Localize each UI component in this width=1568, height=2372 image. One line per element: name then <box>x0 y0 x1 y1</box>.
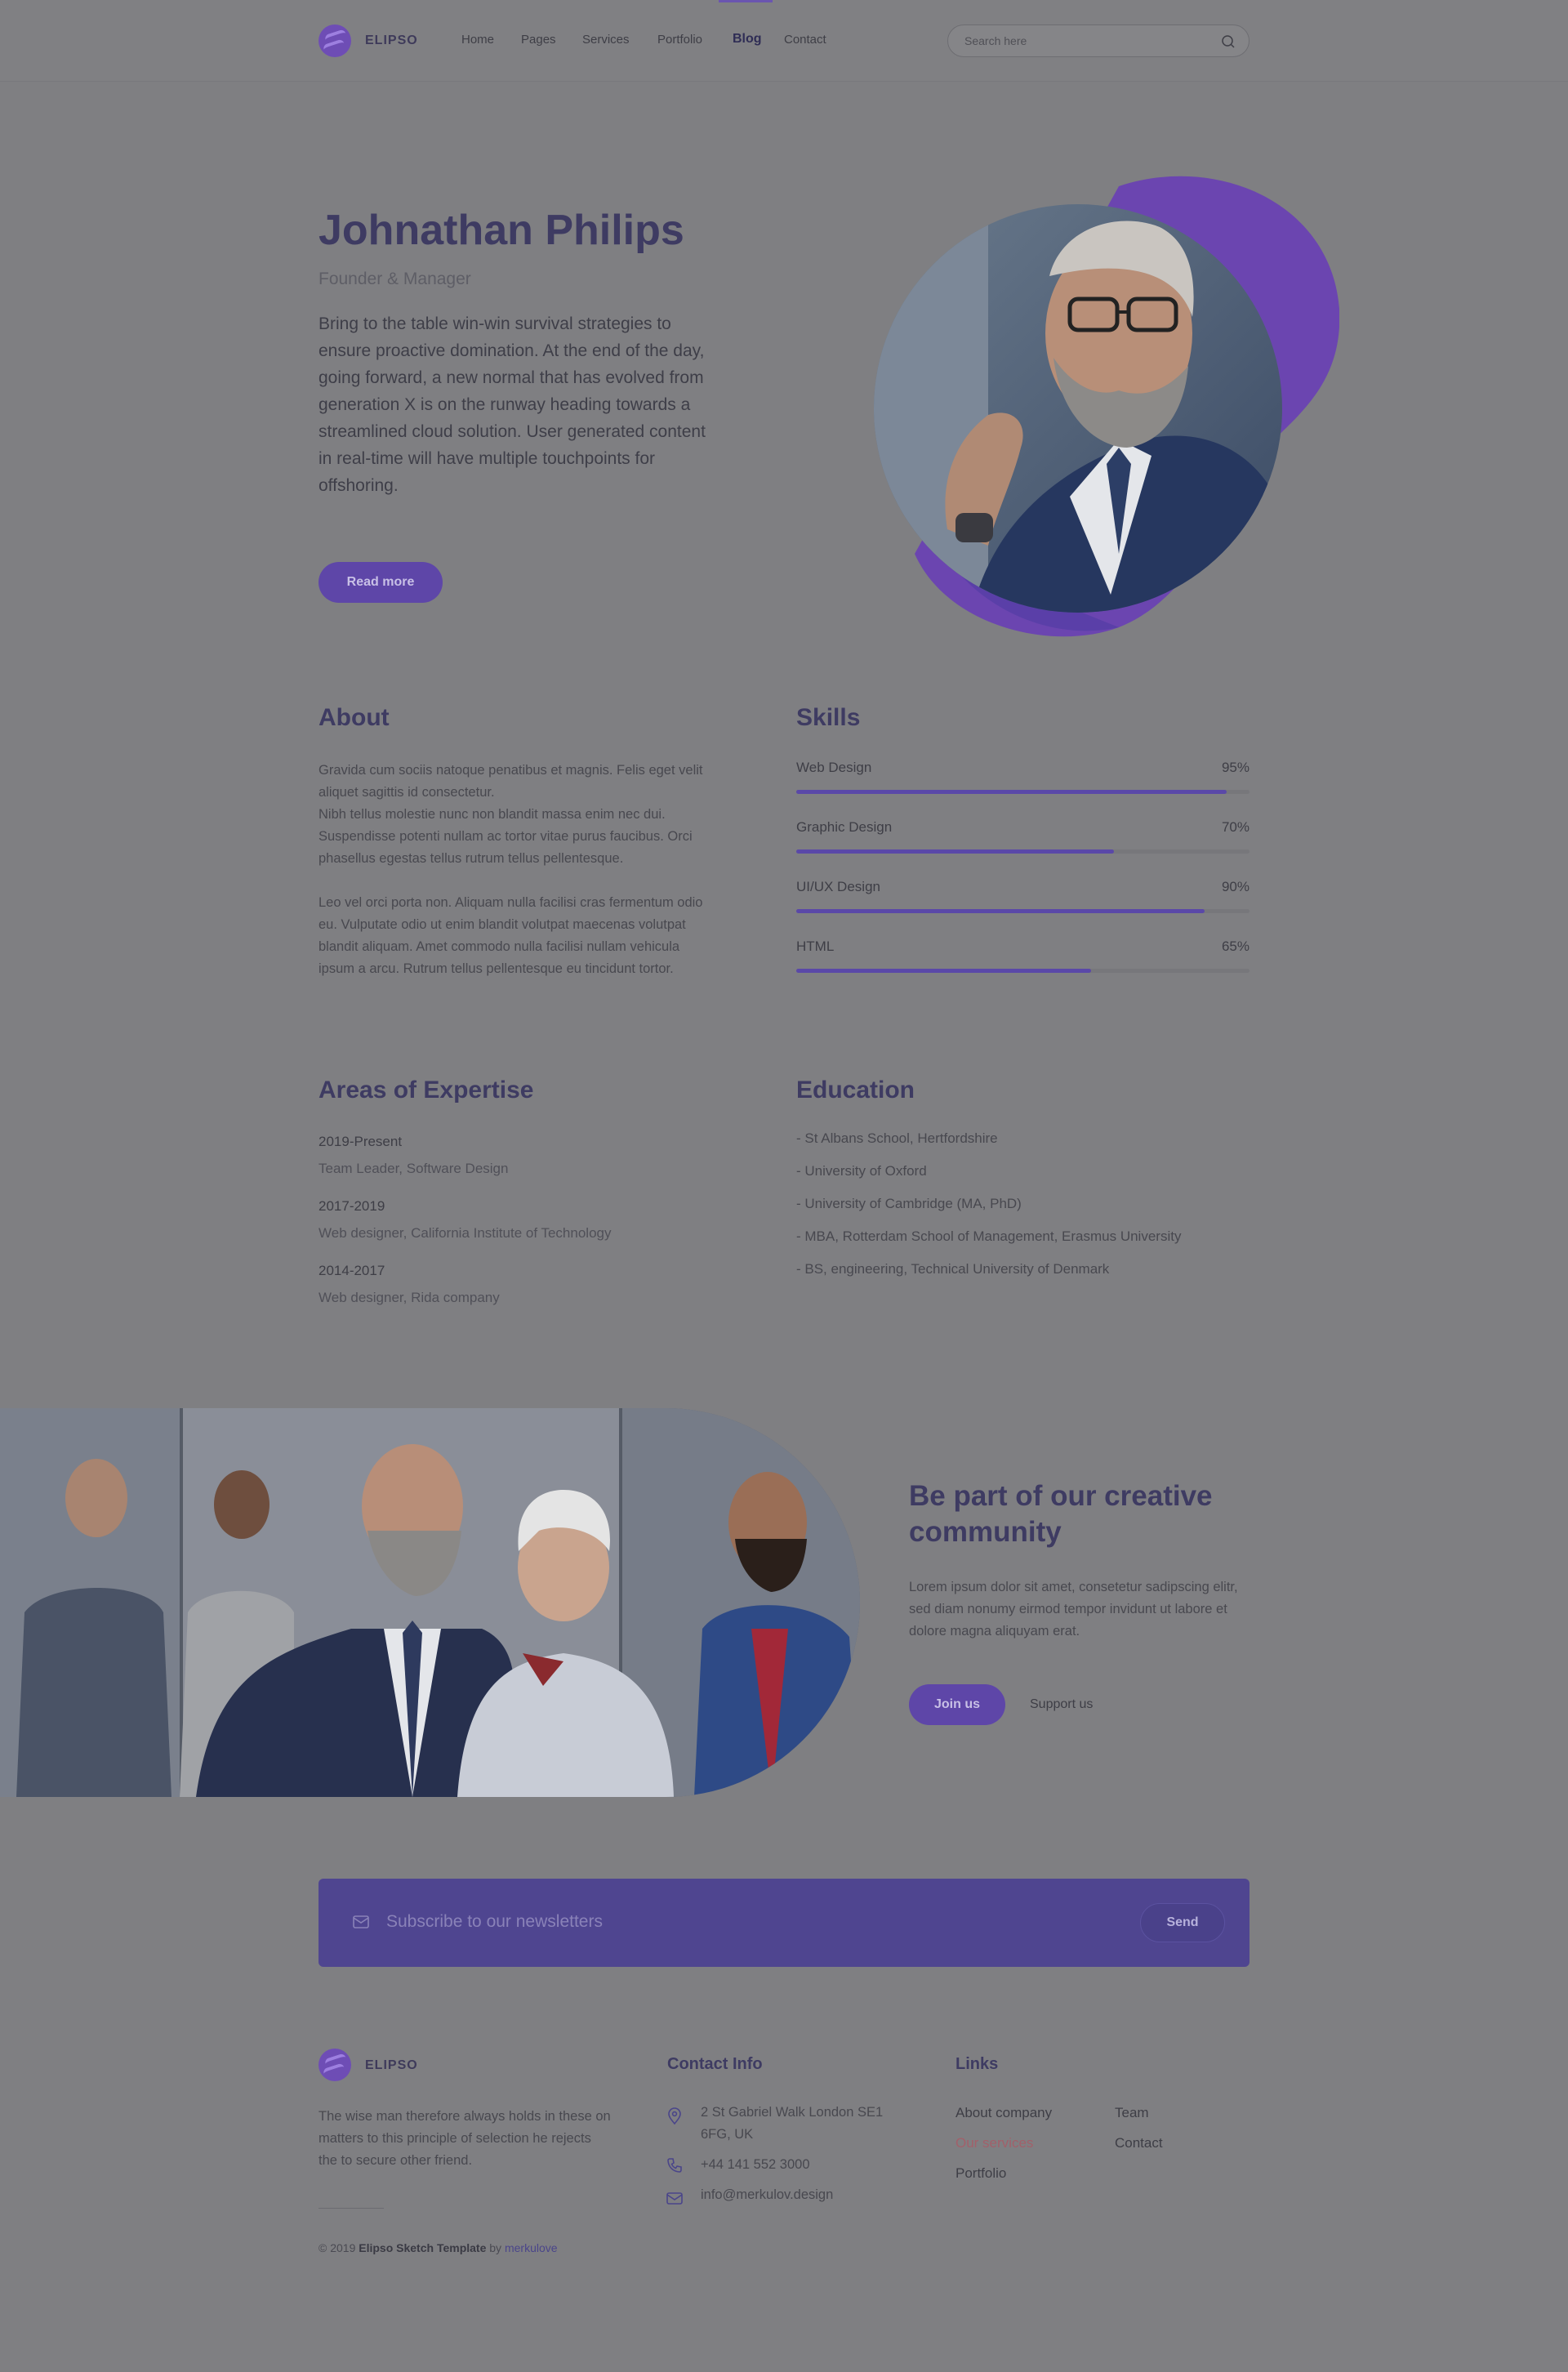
site-header: ELIPSO Home Pages Services Portfolio Blo… <box>0 0 1568 82</box>
footer-link-about-company[interactable]: About company <box>956 2105 1052 2121</box>
nav-active-indicator <box>719 0 773 2</box>
skill-percent: 65% <box>1221 939 1250 954</box>
profile-photo <box>874 176 1339 637</box>
skill-progress-track <box>796 969 1250 973</box>
footer-email[interactable]: info@merkulov.design <box>701 2184 833 2206</box>
skill-progress-track <box>796 909 1250 913</box>
skill-progress-fill <box>796 969 1091 973</box>
expertise-role: Team Leader, Software Design <box>318 1161 509 1176</box>
copyright-year: © 2019 <box>318 2241 356 2254</box>
skill-progress-fill <box>796 790 1227 794</box>
education-item: - St Albans School, Hertfordshire <box>796 1130 998 1146</box>
about-title: About <box>318 704 390 731</box>
skill-label: Web Design <box>796 760 872 775</box>
education-item: - MBA, Rotterdam School of Management, E… <box>796 1228 1182 1244</box>
nav-blog[interactable]: Blog <box>733 32 762 47</box>
footer-brand-name[interactable]: ELIPSO <box>365 2058 418 2073</box>
expertise-years: 2014-2017 <box>318 1263 385 1278</box>
education-item: - University of Oxford <box>796 1163 927 1179</box>
logo-icon[interactable] <box>318 25 351 57</box>
copyright: © 2019 Elipso Sketch Template by merkulo… <box>318 2241 558 2254</box>
skills-title: Skills <box>796 704 861 731</box>
footer-link-contact[interactable]: Contact <box>1115 2135 1163 2151</box>
copyright-by: by <box>489 2241 502 2254</box>
footer-link-portfolio[interactable]: Portfolio <box>956 2165 1006 2182</box>
nav-contact[interactable]: Contact <box>784 33 826 47</box>
footer-link-team[interactable]: Team <box>1115 2105 1149 2121</box>
location-pin-icon <box>668 2107 681 2125</box>
community-text: Lorem ipsum dolor sit amet, consetetur s… <box>909 1580 1238 1639</box>
nav-services[interactable]: Services <box>582 33 630 47</box>
copyright-author-link[interactable]: merkulove <box>505 2241 558 2254</box>
email-icon <box>666 2192 683 2205</box>
copyright-name: Elipso Sketch Template <box>359 2241 487 2254</box>
expertise-role: Web designer, California Institute of Te… <box>318 1225 612 1241</box>
read-more-button[interactable]: Read more <box>318 562 443 603</box>
newsletter-input[interactable]: Subscribe to our newsletters <box>386 1912 603 1932</box>
nav-portfolio[interactable]: Portfolio <box>657 33 702 47</box>
skill-percent: 90% <box>1221 879 1250 894</box>
expertise-years: 2017-2019 <box>318 1198 385 1214</box>
skill-percent: 70% <box>1221 819 1250 835</box>
logo-icon[interactable] <box>318 2049 351 2081</box>
expertise-years: 2019-Present <box>318 1134 403 1149</box>
nav-pages[interactable]: Pages <box>521 33 556 47</box>
links-title: Links <box>956 2055 999 2073</box>
envelope-icon <box>353 1915 369 1928</box>
education-item: - University of Cambridge (MA, PhD) <box>796 1196 1022 1211</box>
skill-progress-track <box>796 849 1250 854</box>
skill-progress-track <box>796 790 1250 794</box>
footer-address: 2 St Gabriel Walk London SE1 6FG, UK <box>701 2105 884 2142</box>
join-us-button[interactable]: Join us <box>909 1684 1005 1725</box>
skill-percent: 95% <box>1221 760 1250 775</box>
skill-label: Graphic Design <box>796 819 893 835</box>
expertise-role: Web designer, Rida company <box>318 1290 500 1305</box>
footer-phone[interactable]: +44 141 552 3000 <box>701 2154 810 2176</box>
profile-role: Founder & Manager <box>318 270 471 288</box>
profile-name: Johnathan Philips <box>318 207 684 254</box>
community-title: Be part of our creative community <box>909 1480 1213 1548</box>
profile-bio: Bring to the table win-win survival stra… <box>318 314 706 495</box>
nav-home[interactable]: Home <box>461 33 494 47</box>
expertise-title: Areas of Expertise <box>318 1077 534 1104</box>
about-paragraph-2: Leo vel orci porta non. Aliquam nulla fa… <box>318 895 703 976</box>
footer-link-our-services[interactable]: Our services <box>956 2135 1033 2151</box>
support-us-link[interactable]: Support us <box>1030 1697 1093 1712</box>
search-placeholder: Search here <box>964 34 1027 47</box>
search-input[interactable]: Search here <box>947 25 1250 57</box>
footer-divider <box>318 2208 384 2209</box>
brand-name[interactable]: ELIPSO <box>365 33 418 48</box>
education-item: - BS, engineering, Technical University … <box>796 1261 1110 1277</box>
education-title: Education <box>796 1077 915 1104</box>
about-paragraph-1: Gravida cum sociis natoque penatibus et … <box>318 763 703 866</box>
skill-label: UI/UX Design <box>796 879 880 894</box>
skill-progress-fill <box>796 849 1114 854</box>
contact-info-title: Contact Info <box>667 2055 763 2073</box>
team-photo <box>0 1408 860 1797</box>
send-button[interactable]: Send <box>1140 1903 1225 1942</box>
skill-progress-fill <box>796 909 1205 913</box>
newsletter-form: Subscribe to our newsletters Send <box>318 1879 1250 1967</box>
skill-label: HTML <box>796 939 835 954</box>
phone-icon <box>667 2158 682 2173</box>
footer-about-text: The wise man therefore always holds in t… <box>318 2109 611 2168</box>
search-icon[interactable] <box>1221 34 1236 49</box>
